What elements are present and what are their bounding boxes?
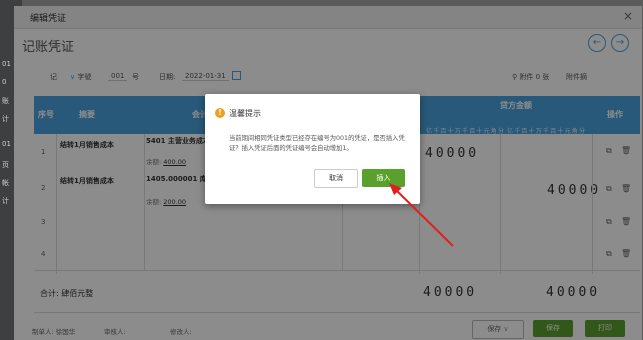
annotation-arrow: [389, 183, 454, 247]
